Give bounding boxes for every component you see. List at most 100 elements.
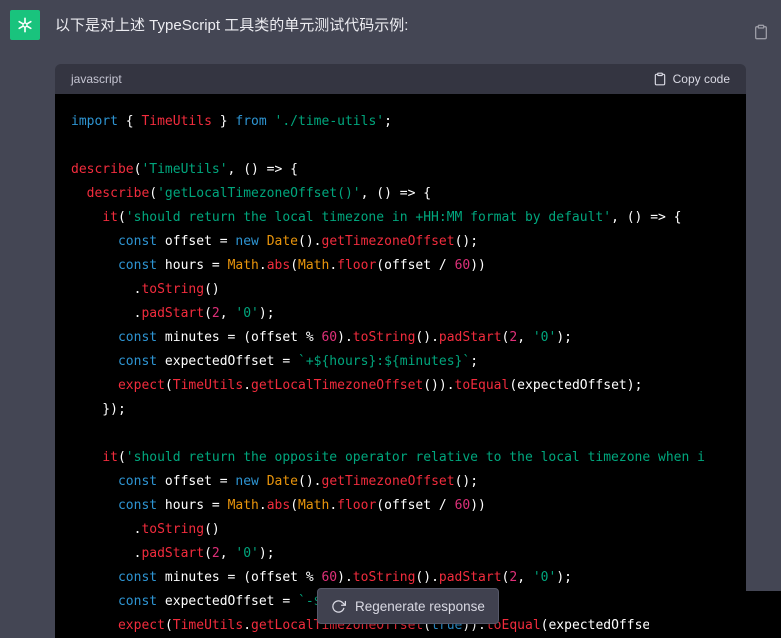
code-token: ; (470, 354, 478, 369)
code-block: javascript Copy code import { TimeUtils … (55, 64, 746, 638)
code-token: , (517, 330, 533, 345)
code-token: ; (384, 114, 392, 129)
code-token: (offset / (376, 258, 454, 273)
copy-message-button[interactable] (753, 24, 769, 40)
code-token: getTimezoneOffset (322, 234, 455, 249)
code-token: ); (556, 570, 572, 585)
code-token (71, 258, 118, 273)
code-token: const (118, 234, 157, 249)
code-token: describe (71, 162, 134, 177)
code-token: { (118, 114, 141, 129)
code-token: 60 (455, 258, 471, 273)
code-token: expect (118, 618, 165, 633)
openai-logo-icon (15, 15, 35, 35)
code-line: const minutes = (offset % 60).toString()… (71, 326, 730, 350)
code-line: const offset = new Date().getTimezoneOff… (71, 230, 730, 254)
code-token: ( (204, 546, 212, 561)
code-token: it (102, 450, 118, 465)
code-token: new (235, 234, 258, 249)
black-overlay-box (649, 591, 781, 638)
code-token: Math (228, 498, 259, 513)
code-token: TimeUtils (141, 114, 211, 129)
code-token: ( (118, 210, 126, 225)
code-token: getTimezoneOffset (322, 474, 455, 489)
code-token: ( (118, 450, 126, 465)
code-token: './time-utils' (275, 114, 385, 129)
code-token: Math (298, 498, 329, 513)
code-token: TimeUtils (173, 378, 243, 393)
code-token: . (259, 258, 267, 273)
code-token: ). (337, 570, 353, 585)
code-line: it('should return the local timezone in … (71, 206, 730, 230)
code-token: offset = (157, 474, 235, 489)
code-token: 'TimeUtils' (141, 162, 227, 177)
code-token: '0' (235, 546, 258, 561)
code-token (71, 618, 118, 633)
code-token: , () => { (611, 210, 681, 225)
code-line: const hours = Math.abs(Math.floor(offset… (71, 494, 730, 518)
code-line (71, 134, 730, 158)
message-text: 以下是对上述 TypeScript 工具类的单元测试代码示例: (55, 15, 741, 37)
code-line: const offset = new Date().getTimezoneOff… (71, 470, 730, 494)
code-token: . (243, 618, 251, 633)
code-token: abs (267, 258, 290, 273)
code-token: }); (71, 402, 126, 417)
regenerate-button[interactable]: Regenerate response (317, 588, 499, 624)
code-token (71, 570, 118, 585)
code-token: TimeUtils (173, 618, 243, 633)
code-token: , (220, 546, 236, 561)
code-token: (). (415, 570, 438, 585)
code-line: expect(TimeUtils.getLocalTimezoneOffset(… (71, 374, 730, 398)
code-line: const hours = Math.abs(Math.floor(offset… (71, 254, 730, 278)
code-token: padStart (141, 306, 204, 321)
code-token: . (329, 258, 337, 273)
code-token: ( (204, 306, 212, 321)
code-token: } (212, 114, 235, 129)
code-token: 60 (455, 498, 471, 513)
code-token: const (118, 570, 157, 585)
copy-code-button[interactable]: Copy code (653, 72, 730, 86)
code-token: (). (298, 474, 321, 489)
code-token: toString (141, 282, 204, 297)
code-token: (expectedOffset); (509, 378, 642, 393)
code-token: 'getLocalTimezoneOffset()' (157, 186, 361, 201)
code-token: )) (470, 498, 486, 513)
code-token: const (118, 594, 157, 609)
code-token: 2 (509, 570, 517, 585)
code-token: hours = (157, 498, 227, 513)
code-token: expect (118, 378, 165, 393)
code-token: (offset / (376, 498, 454, 513)
code-token: , (517, 570, 533, 585)
code-language-label: javascript (71, 72, 122, 86)
code-token: floor (337, 498, 376, 513)
code-token: Math (228, 258, 259, 273)
code-token: (). (298, 234, 321, 249)
code-token: 60 (321, 570, 337, 585)
code-token: () (204, 282, 220, 297)
code-token: ( (149, 186, 157, 201)
clipboard-icon (753, 24, 769, 40)
code-token: padStart (141, 546, 204, 561)
code-token: const (118, 354, 157, 369)
regenerate-label: Regenerate response (355, 599, 485, 614)
code-line: .padStart(2, '0'); (71, 542, 730, 566)
code-token: ( (165, 378, 173, 393)
code-token: ); (259, 306, 275, 321)
code-token: expectedOffset = (157, 354, 298, 369)
code-token: toString (353, 570, 416, 585)
code-token: toString (141, 522, 204, 537)
code-line: .toString() (71, 278, 730, 302)
code-token: . (71, 546, 141, 561)
code-token (71, 354, 118, 369)
code-token: padStart (439, 330, 502, 345)
code-line: it('should return the opposite operator … (71, 446, 730, 470)
code-token: . (71, 282, 141, 297)
code-line: .toString() (71, 518, 730, 542)
code-token: (); (455, 234, 478, 249)
refresh-icon (331, 599, 346, 614)
code-token: offset = (157, 234, 235, 249)
code-token: getLocalTimezoneOffset (251, 378, 423, 393)
code-line: .padStart(2, '0'); (71, 302, 730, 326)
code-token: const (118, 330, 157, 345)
code-token: . (259, 498, 267, 513)
